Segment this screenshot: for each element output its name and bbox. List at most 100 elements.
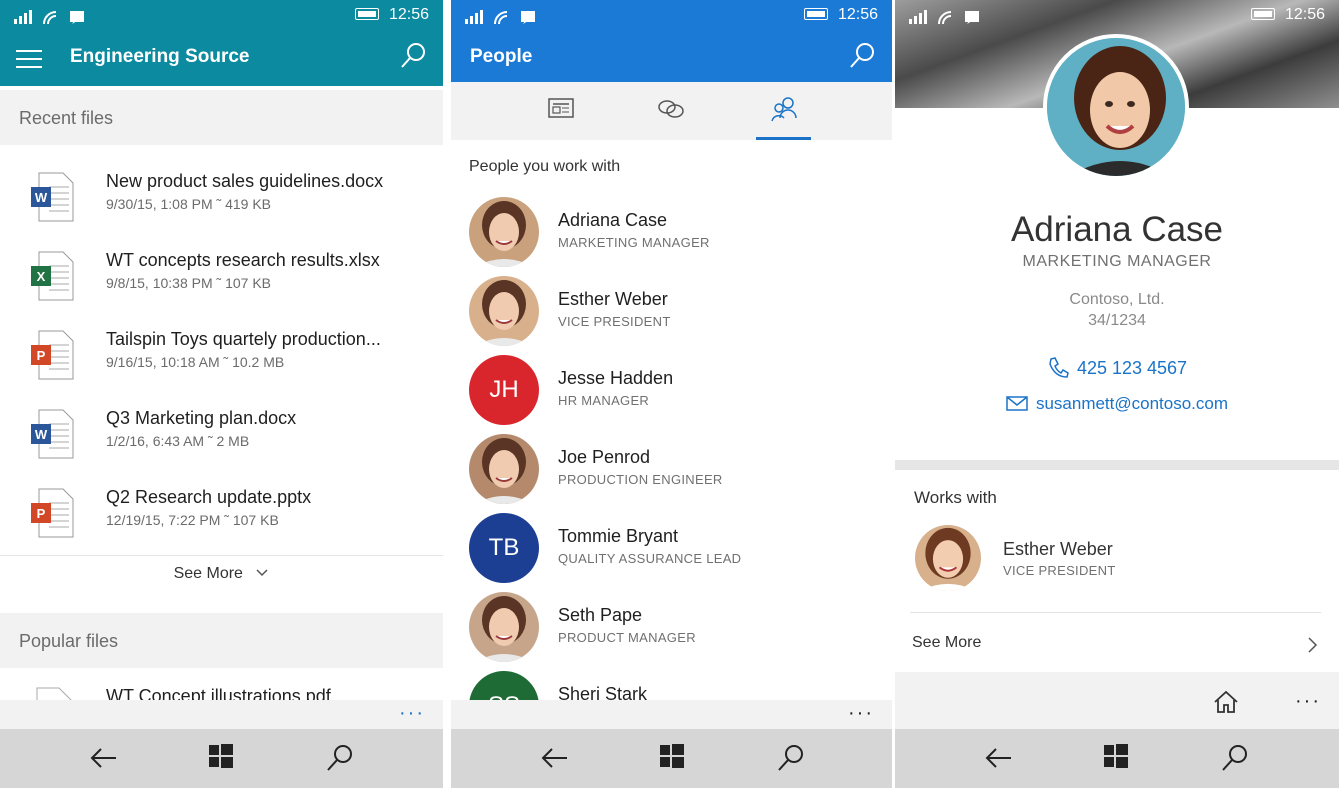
pivot-tabs xyxy=(451,82,892,140)
see-more-label: See More xyxy=(912,634,982,651)
back-arrow-icon[interactable] xyxy=(539,743,569,773)
contact-card-screen: 12:56 Adriana Case MARKETING MANAGER Con… xyxy=(895,0,1339,788)
photo-avatar xyxy=(469,197,539,267)
person-row[interactable]: JH Jesse Hadden HR MANAGER xyxy=(451,355,892,434)
status-bar: 12:56 xyxy=(0,0,443,30)
phone-number: 425 123 4567 xyxy=(1076,358,1188,378)
file-meta: 12/19/15, 7:22 PM ˜ 107 KB xyxy=(106,512,279,528)
file-row[interactable]: P Tailspin Toys quartely production... 9/1… xyxy=(0,318,443,397)
person-role: PRODUCTION ENGINEER xyxy=(558,472,723,487)
people-section-title: People you work with xyxy=(469,158,621,175)
signal-wifi-message-icons xyxy=(909,10,979,25)
see-more-label: See More xyxy=(173,565,243,582)
page-title: People xyxy=(470,46,533,67)
contact-photo xyxy=(1043,34,1189,180)
company-name: Contoso, Ltd. xyxy=(1069,291,1165,308)
powerpoint-doc-icon: P xyxy=(31,488,74,538)
battery-icon xyxy=(1251,8,1275,20)
file-meta: 1/2/16, 6:43 AM ˜ 2 MB xyxy=(106,433,250,449)
svg-text:W: W xyxy=(35,190,48,205)
file-name: Tailspin Toys quartely production... xyxy=(106,329,381,349)
person-role: MARKETING MANAGER xyxy=(558,235,710,250)
battery-icon xyxy=(355,8,379,20)
people-screen: 12:56 People People you work with Adrian… xyxy=(451,0,892,788)
see-more-button[interactable]: See More xyxy=(895,626,1339,662)
search-icon[interactable] xyxy=(399,42,427,70)
word-doc-icon: W xyxy=(31,172,74,222)
person-row[interactable]: Adriana Case MARKETING MANAGER xyxy=(451,197,892,276)
file-meta: 9/16/15, 10:18 AM ˜ 10.2 MB xyxy=(106,354,285,370)
file-meta: 9/30/15, 1:08 PM ˜ 419 KB xyxy=(106,196,271,212)
link-icon[interactable] xyxy=(657,96,685,120)
news-feed-icon[interactable] xyxy=(548,96,574,120)
app-bar: ··· xyxy=(451,700,892,729)
person-row[interactable]: TB Tommie Bryant QUALITY ASSURANCE LEAD xyxy=(451,513,892,592)
file-row[interactable]: P Q2 Research update.pptx 12/19/15, 7:22 P… xyxy=(0,476,443,555)
clock: 12:56 xyxy=(1284,6,1325,23)
file-name: Q3 Marketing plan.docx xyxy=(106,408,297,428)
section-divider xyxy=(895,460,1339,470)
back-arrow-icon[interactable] xyxy=(983,743,1013,773)
file-row[interactable]: W Q3 Marketing plan.docx 1/2/16, 6:43 AM ˜… xyxy=(0,397,443,476)
popular-files-header: Popular files xyxy=(0,613,443,668)
svg-text:P: P xyxy=(37,348,46,363)
person-row[interactable]: Esther Weber VICE PRESIDENT xyxy=(451,276,892,355)
home-icon[interactable] xyxy=(1213,690,1239,714)
phone-link[interactable]: 425 123 4567 xyxy=(895,356,1339,379)
more-options-icon[interactable]: ··· xyxy=(399,702,425,725)
active-tab-indicator xyxy=(756,137,811,140)
nav-bar xyxy=(451,729,892,788)
excel-doc-icon: X xyxy=(31,251,74,301)
mail-icon xyxy=(1006,396,1028,411)
coworker-row[interactable]: Esther Weber VICE PRESIDENT xyxy=(895,523,1339,593)
search-icon[interactable] xyxy=(848,42,876,70)
title-bar: Engineering Source xyxy=(0,30,443,86)
powerpoint-doc-icon: P xyxy=(31,330,74,380)
person-role: PRODUCT MANAGER xyxy=(558,630,696,645)
person-row[interactable]: Joe Penrod PRODUCTION ENGINEER xyxy=(451,434,892,513)
file-row[interactable]: X WT concepts research results.xlsx 9/8/15… xyxy=(0,239,443,318)
people-icon[interactable] xyxy=(770,96,798,122)
hamburger-menu-icon[interactable] xyxy=(16,50,42,74)
person-row[interactable]: Seth Pape PRODUCT MANAGER xyxy=(451,592,892,671)
person-role: QUALITY ASSURANCE LEAD xyxy=(558,551,742,566)
svg-text:X: X xyxy=(37,269,46,284)
photo-avatar xyxy=(469,592,539,662)
coworker-name: Esther Weber xyxy=(1003,539,1113,559)
search-icon[interactable] xyxy=(776,743,806,773)
status-bar: 12:56 xyxy=(895,0,1339,30)
engineering-source-screen: 12:56 Engineering Source Recent files W N… xyxy=(0,0,443,788)
status-bar: 12:56 xyxy=(451,0,892,30)
initials-avatar: TB xyxy=(469,513,539,583)
nav-bar xyxy=(0,729,443,788)
phone-icon xyxy=(1049,357,1069,378)
file-name: Q2 Research update.pptx xyxy=(106,487,312,507)
windows-start-icon[interactable] xyxy=(1103,743,1129,769)
clock: 12:56 xyxy=(388,6,429,23)
file-name: WT concepts research results.xlsx xyxy=(106,250,380,270)
photo-avatar xyxy=(469,434,539,504)
contact-role: MARKETING MANAGER xyxy=(1022,253,1212,270)
search-icon[interactable] xyxy=(1220,743,1250,773)
person-name: Jesse Hadden xyxy=(558,368,674,388)
person-name: Adriana Case xyxy=(558,210,668,230)
initials-avatar: JH xyxy=(469,355,539,425)
file-name: New product sales guidelines.docx xyxy=(106,171,384,191)
person-name: Seth Pape xyxy=(558,605,643,625)
nav-bar xyxy=(895,729,1339,788)
office-number: 34/1234 xyxy=(1088,312,1146,329)
see-more-button[interactable]: See More xyxy=(0,565,443,583)
windows-start-icon[interactable] xyxy=(659,743,685,769)
more-options-icon[interactable]: ··· xyxy=(848,702,874,725)
contact-name: Adriana Case xyxy=(1010,210,1224,249)
back-arrow-icon[interactable] xyxy=(88,743,118,773)
file-row[interactable]: W New product sales guidelines.docx 9/30/1… xyxy=(0,160,443,239)
person-role: HR MANAGER xyxy=(558,393,650,408)
person-name: Joe Penrod xyxy=(558,447,651,467)
windows-start-icon[interactable] xyxy=(208,743,234,769)
coworker-avatar xyxy=(915,525,981,591)
person-role: VICE PRESIDENT xyxy=(558,314,671,329)
email-link[interactable]: susanmett@contoso.com xyxy=(895,394,1339,414)
search-icon[interactable] xyxy=(325,743,355,773)
more-options-icon[interactable]: ··· xyxy=(1295,690,1321,713)
